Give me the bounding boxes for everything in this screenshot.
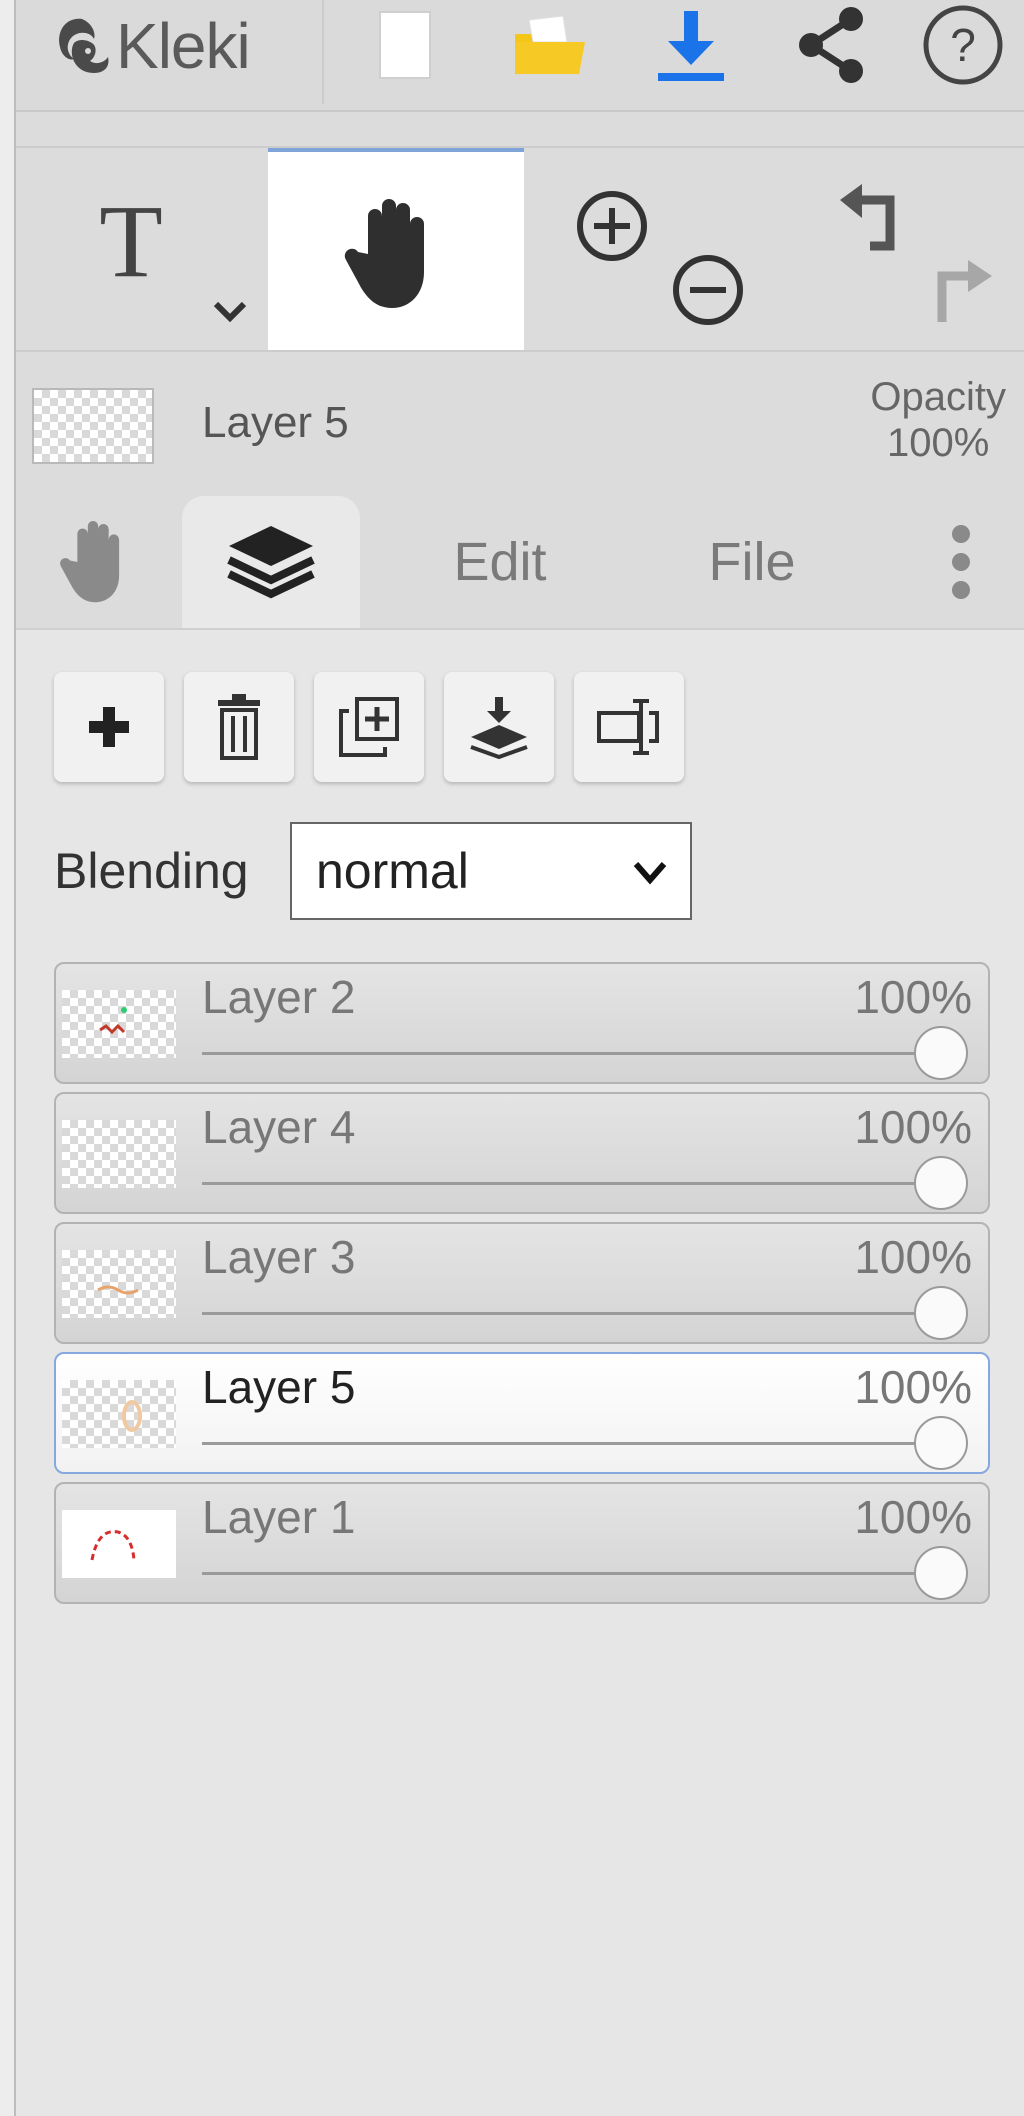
opacity-slider-track[interactable] [202, 1052, 938, 1055]
app-name: Kleki [116, 10, 251, 82]
layer-opacity: 100% [854, 971, 972, 1023]
tool-row: T [16, 146, 1024, 352]
layer-opacity: 100% [854, 1491, 972, 1543]
tab-edit[interactable]: Edit [400, 496, 600, 628]
layer-thumbnail-drawing [122, 1400, 142, 1432]
layer-thumbnail [62, 990, 176, 1058]
layers-panel: Blending normal Layer 2 100% Layer 4 100 [16, 630, 1024, 2116]
hand-tool-button[interactable] [268, 148, 524, 350]
layer-name: Layer 3 [202, 1231, 356, 1283]
current-layer-opacity[interactable]: Opacity 100% [870, 374, 1006, 466]
layer-name: Layer 5 [202, 1361, 356, 1413]
svg-text:T: T [99, 188, 163, 288]
layer-name: Layer 2 [202, 971, 356, 1023]
hand-icon [344, 199, 424, 308]
opacity-label: Opacity [870, 375, 1006, 419]
tab-layers[interactable] [182, 496, 360, 628]
layer-opacity: 100% [854, 1361, 972, 1413]
duplicate-icon [339, 697, 399, 757]
panel-tabs: Edit File [16, 496, 1024, 630]
opacity-slider-handle[interactable] [914, 1416, 968, 1470]
zoom-in-icon[interactable] [574, 188, 650, 264]
opacity-slider-track[interactable] [202, 1572, 938, 1575]
opacity-slider-track[interactable] [202, 1312, 938, 1315]
more-menu-button[interactable] [916, 496, 1006, 628]
layer-item[interactable]: Layer 1 100% [54, 1482, 990, 1604]
new-page-button[interactable] [360, 0, 450, 90]
redo-icon[interactable] [922, 248, 1002, 328]
text-tool-icon: T [99, 188, 163, 288]
download-button[interactable] [646, 0, 736, 90]
opacity-slider-handle[interactable] [914, 1286, 968, 1340]
layer-opacity: 100% [854, 1231, 972, 1283]
layer-item[interactable]: Layer 5 100% [54, 1352, 990, 1474]
layer-thumbnail-drawing [90, 1530, 136, 1561]
text-tool-button[interactable]: T [16, 148, 266, 350]
opacity-slider-handle[interactable] [914, 1546, 968, 1600]
share-button[interactable] [786, 0, 876, 90]
layer-item[interactable]: Layer 2 100% [54, 962, 990, 1084]
svg-text:?: ? [950, 19, 976, 71]
opacity-slider-track[interactable] [202, 1182, 938, 1185]
layer-opacity: 100% [854, 1101, 972, 1153]
opacity-slider-handle[interactable] [914, 1156, 968, 1210]
download-icon [658, 11, 724, 81]
current-layer-thumbnail [32, 388, 154, 464]
open-button[interactable] [504, 0, 594, 90]
hand-icon [60, 521, 120, 603]
merge-down-icon [470, 697, 528, 759]
blending-select[interactable]: normal [290, 822, 692, 920]
layer-thumbnail [62, 1380, 176, 1448]
share-icon [799, 7, 863, 83]
delete-layer-button[interactable] [184, 672, 294, 782]
duplicate-layer-button[interactable] [314, 672, 424, 782]
tab-file[interactable]: File [652, 496, 852, 628]
layer-item[interactable]: Layer 3 100% [54, 1222, 990, 1344]
layer-thumbnail [62, 1250, 176, 1318]
blending-label: Blending [54, 843, 249, 899]
side-panel: Kleki ? T Layer 5 Opacity 100% Edit File… [16, 0, 1024, 2116]
layer-thumbnail [62, 1510, 176, 1578]
history-controls [796, 148, 1024, 350]
trash-icon [218, 694, 260, 760]
opacity-value: 100% [887, 421, 990, 465]
layer-item[interactable]: Layer 4 100% [54, 1092, 990, 1214]
layers-icon [227, 526, 315, 599]
layer-name: Layer 1 [202, 1491, 356, 1543]
opacity-slider-track[interactable] [202, 1442, 938, 1445]
new-page-icon [379, 11, 431, 79]
chevron-down-icon [633, 862, 667, 885]
rename-layer-button[interactable] [574, 672, 684, 782]
layer-name: Layer 4 [202, 1101, 356, 1153]
tab-hand[interactable] [16, 496, 176, 628]
blending-value: normal [316, 843, 469, 899]
add-layer-button[interactable] [54, 672, 164, 782]
opacity-slider-handle[interactable] [914, 1026, 968, 1080]
rename-icon [597, 699, 659, 755]
layer-thumbnail-drawing [97, 1285, 139, 1295]
zoom-out-icon[interactable] [670, 252, 746, 328]
app-logo[interactable]: Kleki [52, 8, 251, 84]
chevron-down-icon[interactable] [210, 296, 250, 326]
merge-down-button[interactable] [444, 672, 554, 782]
undo-icon[interactable] [830, 178, 910, 258]
plus-icon [89, 707, 129, 747]
divider [322, 0, 324, 104]
folder-icon [515, 15, 585, 74]
layer-thumbnail [62, 1120, 176, 1188]
current-layer-name: Layer 5 [202, 398, 349, 447]
top-bar: Kleki ? [16, 0, 1024, 112]
more-vertical-icon [952, 525, 970, 599]
help-button[interactable]: ? [918, 0, 1008, 90]
layer-thumbnail-drawing [99, 1007, 127, 1035]
zoom-controls [554, 148, 784, 350]
kleki-squirrel-logo-icon [59, 18, 109, 73]
window-left-edge [0, 0, 16, 2116]
help-icon: ? [923, 5, 1003, 85]
